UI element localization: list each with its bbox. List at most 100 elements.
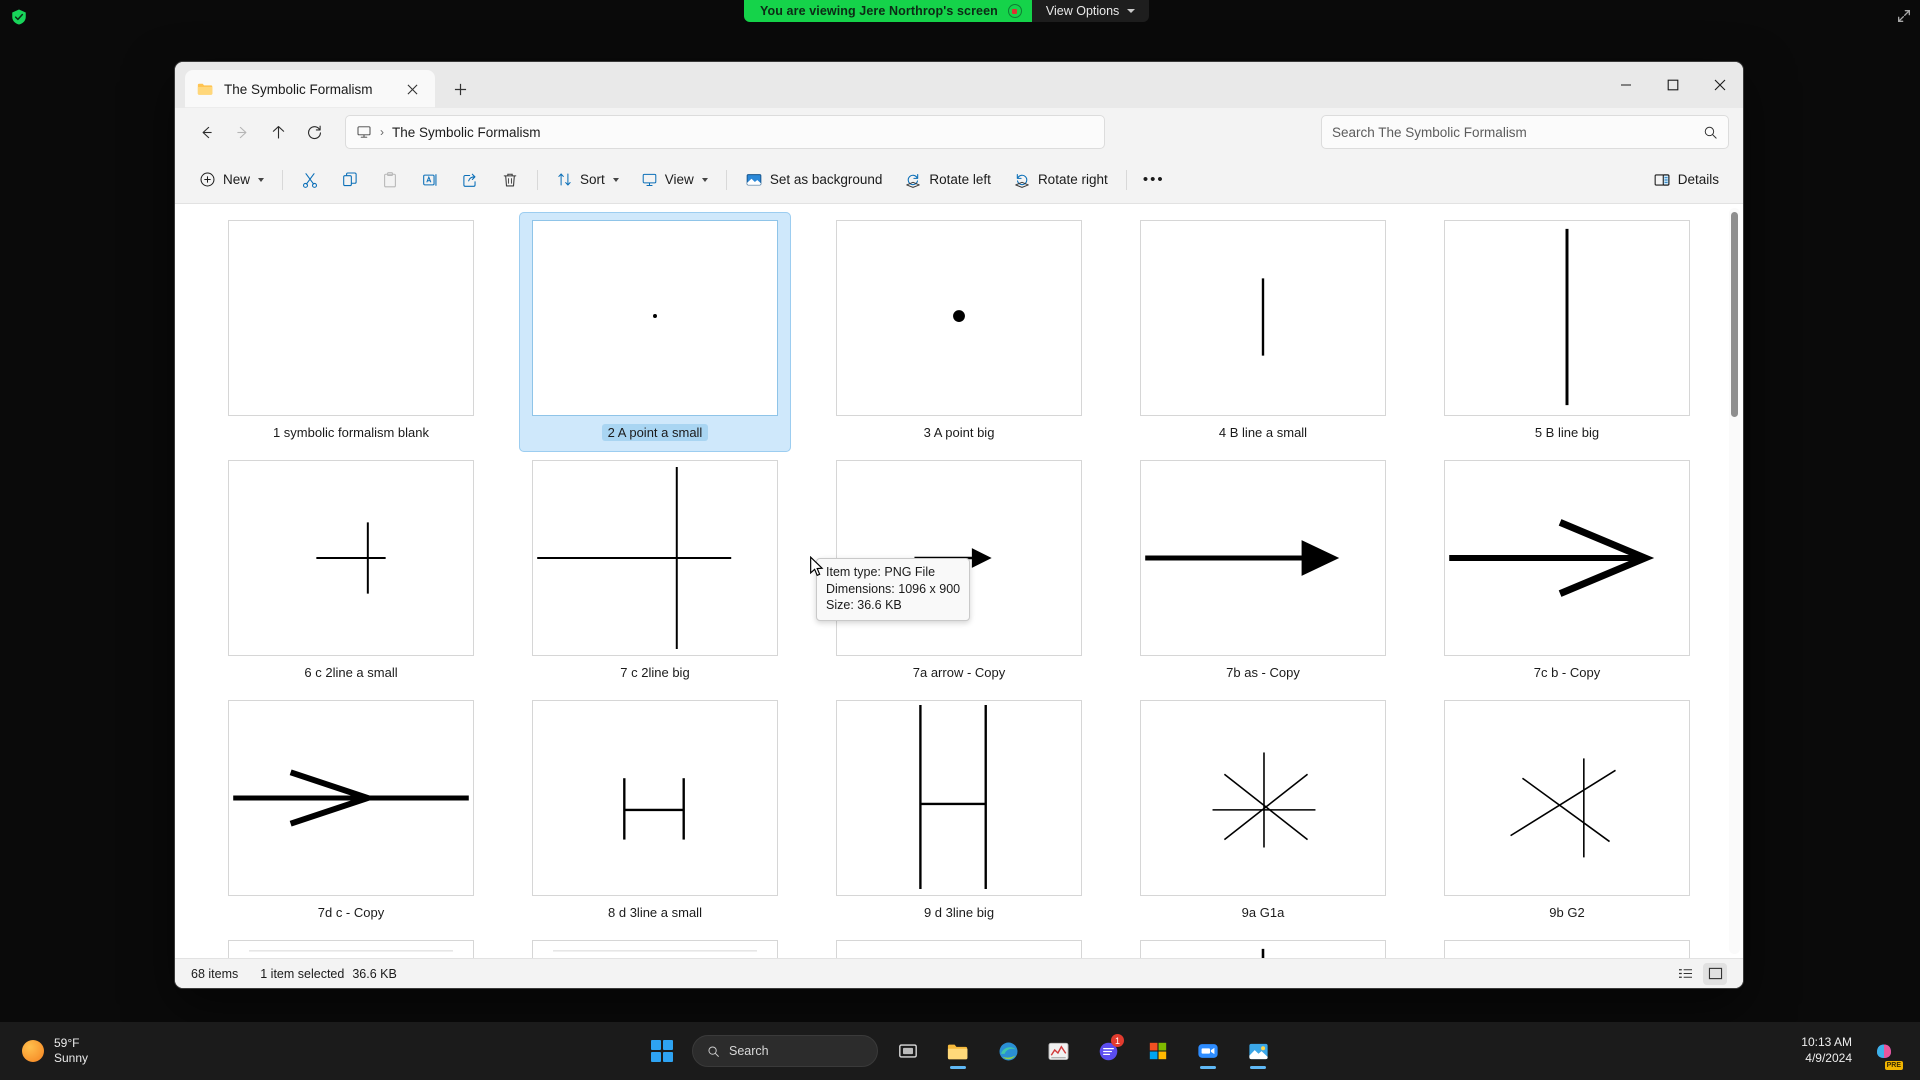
file-thumbnail	[228, 700, 474, 896]
windows-start-icon	[651, 1040, 673, 1062]
cut-button[interactable]	[291, 163, 329, 197]
edge-icon[interactable]	[988, 1031, 1028, 1071]
up-button[interactable]	[261, 115, 295, 149]
expand-icon[interactable]	[1896, 8, 1912, 24]
zoom-icon[interactable]	[1188, 1031, 1228, 1071]
file-item[interactable]: 7b as - Copy	[1127, 452, 1399, 692]
file-item[interactable]: 6 c 2line a small	[215, 452, 487, 692]
file-tooltip: Item type: PNG File Dimensions: 1096 x 9…	[816, 558, 971, 621]
file-item[interactable]: 2 A point a small	[519, 212, 791, 452]
file-explorer-icon[interactable]	[938, 1031, 978, 1071]
copilot-icon[interactable]: PRE	[1864, 1031, 1904, 1071]
file-item[interactable]: 9b G2	[1431, 692, 1703, 932]
command-bar: New Sort View Set as background Rotate l…	[175, 156, 1743, 204]
rotate-left-button[interactable]: Rotate left	[894, 163, 1001, 197]
vertical-scrollbar[interactable]	[1729, 208, 1740, 954]
chart-app-icon[interactable]	[1038, 1031, 1078, 1071]
delete-button[interactable]	[491, 163, 529, 197]
file-item[interactable]	[215, 932, 487, 958]
sort-button[interactable]: Sort	[546, 163, 629, 197]
task-view-icon[interactable]	[888, 1031, 928, 1071]
screen-share-banner: You are viewing Jere Northrop's screen V…	[744, 0, 1150, 22]
search-input[interactable]	[1332, 124, 1672, 140]
file-thumbnail	[532, 460, 778, 656]
set-as-background-button[interactable]: Set as background	[735, 163, 893, 197]
tab-close-icon[interactable]	[399, 76, 425, 102]
toolbar-divider	[282, 169, 284, 190]
file-item[interactable]: 7d c - Copy	[215, 692, 487, 932]
details-pane-icon	[1654, 173, 1670, 186]
clock-date: 4/9/2024	[1805, 1051, 1852, 1065]
chevron-down-icon	[701, 177, 708, 182]
file-grid-area[interactable]: 1 symbolic formalism blank 2 A point a sm…	[175, 204, 1743, 958]
file-thumbnail	[1140, 460, 1386, 656]
rotate-right-button[interactable]: Rotate right	[1003, 163, 1118, 197]
file-item[interactable]: 5 B line big	[1431, 212, 1703, 452]
list-view-button[interactable]	[1673, 963, 1697, 985]
maximize-button[interactable]	[1649, 62, 1696, 108]
taskbar-search[interactable]: Search	[692, 1035, 878, 1067]
file-item[interactable]: 9a G1a	[1127, 692, 1399, 932]
tile-view-button[interactable]	[1703, 962, 1727, 985]
new-button[interactable]: New	[189, 163, 274, 197]
file-item[interactable]	[1431, 932, 1703, 958]
start-button[interactable]	[642, 1031, 682, 1071]
file-item[interactable]	[519, 932, 791, 958]
sort-icon	[558, 173, 571, 186]
tab-the-symbolic-formalism[interactable]: The Symbolic Formalism	[185, 70, 435, 108]
toolbar-divider	[725, 169, 727, 190]
search-box[interactable]	[1321, 115, 1729, 149]
chat-badge: 1	[1111, 1034, 1124, 1047]
minimize-button[interactable]	[1602, 62, 1649, 108]
file-item[interactable]: 1 symbolic formalism blank	[215, 212, 487, 452]
more-options-button[interactable]: •••	[1135, 163, 1173, 197]
file-explorer-window: The Symbolic Formalism › The Symbolic Fo…	[175, 62, 1743, 988]
shield-icon	[12, 9, 26, 25]
tooltip-size: Size: 36.6 KB	[826, 598, 902, 612]
view-options-button[interactable]: View Options	[1031, 0, 1150, 22]
file-item[interactable]	[1127, 932, 1399, 958]
back-button[interactable]	[189, 115, 223, 149]
file-item[interactable]: 8 d 3line a small	[519, 692, 791, 932]
file-name-label: 7b as - Copy	[1226, 665, 1300, 680]
share-status-text: You are viewing Jere Northrop's screen	[760, 4, 998, 18]
file-name-label: 5 B line big	[1534, 425, 1600, 440]
copy-button[interactable]	[331, 163, 369, 197]
address-bar: › The Symbolic Formalism	[175, 108, 1743, 156]
file-item[interactable]: 9 d 3line big	[823, 692, 1095, 932]
file-name-label: 7c b - Copy	[1533, 665, 1601, 680]
share-button[interactable]	[451, 163, 489, 197]
file-name-label: 7 c 2line big	[620, 665, 690, 680]
window-titlebar: The Symbolic Formalism	[175, 62, 1743, 108]
clock-time: 10:13 AM	[1801, 1035, 1852, 1050]
rename-button[interactable]	[411, 163, 449, 197]
close-button[interactable]	[1696, 62, 1743, 108]
store-icon[interactable]	[1138, 1031, 1178, 1071]
details-pane-button[interactable]: Details	[1643, 163, 1729, 197]
file-item[interactable]: 4 B line a small	[1127, 212, 1399, 452]
file-name-label: 4 B line a small	[1218, 425, 1308, 440]
weather-widget[interactable]: 59°F Sunny	[0, 1036, 88, 1066]
scrollbar-thumb[interactable]	[1731, 212, 1738, 417]
photos-icon[interactable]	[1238, 1031, 1278, 1071]
file-item[interactable]: 7c b - Copy	[1431, 452, 1703, 692]
folder-icon	[197, 83, 213, 95]
chat-icon[interactable]: 1	[1088, 1031, 1128, 1071]
stop-sharing-icon[interactable]	[1007, 4, 1022, 18]
breadcrumb[interactable]: › The Symbolic Formalism	[345, 115, 1105, 149]
file-thumbnail	[836, 700, 1082, 896]
selection-size: 36.6 KB	[352, 966, 397, 981]
refresh-button[interactable]	[297, 115, 331, 149]
new-tab-button[interactable]	[443, 72, 477, 106]
plus-circle-icon	[200, 172, 215, 187]
file-item[interactable]: 7 c 2line big	[519, 452, 791, 692]
view-button[interactable]: View	[631, 163, 718, 197]
forward-button[interactable]	[225, 115, 259, 149]
taskbar-clock[interactable]: 10:13 AM 4/9/2024	[1801, 1035, 1852, 1066]
file-thumbnail	[228, 460, 474, 656]
file-name-label: 9b G2	[1549, 905, 1585, 920]
breadcrumb-separator: ›	[380, 125, 384, 139]
file-item[interactable]: 3 A point big	[823, 212, 1095, 452]
details-label: Details	[1677, 172, 1719, 187]
file-item[interactable]	[823, 932, 1095, 958]
